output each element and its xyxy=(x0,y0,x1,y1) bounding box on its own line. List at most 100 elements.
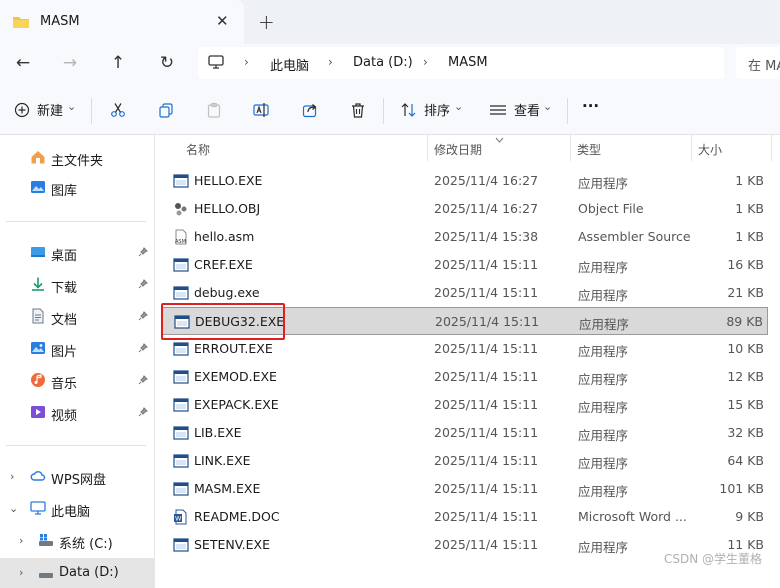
column-header-name[interactable]: 名称 xyxy=(186,141,210,158)
column-header-date[interactable]: 修改日期 xyxy=(434,141,482,158)
sidebar-item-documents[interactable]: 文档 xyxy=(0,302,155,332)
column-divider[interactable] xyxy=(691,135,692,161)
file-size: 1 KB xyxy=(735,201,764,216)
new-dropdown-chevron-icon[interactable]: ⌄ xyxy=(67,100,76,122)
sidebar-item-this-pc[interactable]: ⌄ 此电脑 xyxy=(0,494,155,524)
file-size: 15 KB xyxy=(727,397,764,412)
sidebar-item-desktop[interactable]: 桌面 xyxy=(0,238,155,268)
breadcrumb-masm[interactable]: MASM xyxy=(448,55,488,70)
forward-arrow-icon[interactable]: → xyxy=(58,52,82,76)
file-name: HELLO.EXE xyxy=(194,173,263,188)
file-row[interactable]: EXEPACK.EXE 2025/11/4 15:11 应用程序 15 KB xyxy=(162,391,768,419)
more-options-icon[interactable]: ··· xyxy=(582,97,599,119)
delete-trash-icon[interactable] xyxy=(348,102,368,122)
pin-icon[interactable] xyxy=(138,247,148,257)
sort-icon[interactable] xyxy=(399,102,419,122)
sort-dropdown-chevron-icon[interactable]: ⌄ xyxy=(454,100,463,122)
sort-button[interactable]: 排序 xyxy=(424,100,450,122)
sidebar-item-music[interactable]: 音乐 xyxy=(0,366,155,396)
close-tab-icon[interactable]: ✕ xyxy=(216,12,229,30)
address-bar[interactable]: › 此电脑 › Data (D:) › MASM xyxy=(198,47,724,79)
column-divider[interactable] xyxy=(771,135,772,161)
column-header-type[interactable]: 类型 xyxy=(577,141,601,158)
breadcrumb-data-drive[interactable]: Data (D:) xyxy=(353,55,413,70)
search-box[interactable]: 在 MA xyxy=(736,47,780,79)
sidebar-item-label: WPS网盘 xyxy=(51,473,106,488)
view-lines-icon[interactable] xyxy=(488,102,508,122)
sidebar-item-home[interactable]: 主文件夹 xyxy=(0,143,155,173)
file-row[interactable]: W README.DOC 2025/11/4 15:11 Microsoft Word… xyxy=(162,503,768,531)
tab-title: MASM xyxy=(40,14,80,29)
up-arrow-icon[interactable]: ↑ xyxy=(106,52,130,76)
file-row[interactable]: EXEMOD.EXE 2025/11/4 15:11 应用程序 12 KB xyxy=(162,363,768,391)
sidebar-item-videos[interactable]: 视频 xyxy=(0,398,155,428)
view-dropdown-chevron-icon[interactable]: ⌄ xyxy=(543,100,552,122)
cut-icon[interactable] xyxy=(108,102,128,122)
sidebar-item-system-c[interactable]: › 系统 (C:) xyxy=(0,526,155,556)
pin-icon[interactable] xyxy=(138,375,148,385)
file-date: 2025/11/4 15:11 xyxy=(434,397,539,412)
view-button[interactable]: 查看 xyxy=(514,100,540,122)
application-icon xyxy=(173,481,189,497)
sidebar-item-downloads[interactable]: 下载 xyxy=(0,270,155,300)
command-bar: 新建 ⌄ 排序 ⌄ 查看 ⌄ ··· xyxy=(0,84,780,135)
application-icon xyxy=(173,453,189,469)
file-row[interactable]: HELLO.EXE 2025/11/4 16:27 应用程序 1 KB xyxy=(162,167,768,195)
column-header-size[interactable]: 大小 xyxy=(698,141,722,158)
file-date: 2025/11/4 15:11 xyxy=(435,314,540,329)
refresh-icon[interactable]: ↻ xyxy=(155,52,179,76)
sidebar-item-wps-cloud[interactable]: › WPS网盘 xyxy=(0,462,155,492)
file-type: 应用程序 xyxy=(578,484,629,499)
file-row[interactable]: LIB.EXE 2025/11/4 15:11 应用程序 32 KB xyxy=(162,419,768,447)
pin-icon[interactable] xyxy=(138,343,148,353)
column-divider[interactable] xyxy=(570,135,571,161)
expand-chevron-icon[interactable]: › xyxy=(19,534,23,547)
word-document-icon: W xyxy=(173,509,189,525)
file-type: Object File xyxy=(578,201,644,216)
new-plus-icon[interactable] xyxy=(12,102,32,122)
application-icon xyxy=(173,285,189,301)
sidebar-item-data-d[interactable]: › Data (D:) xyxy=(0,558,155,588)
file-row[interactable]: HELLO.OBJ 2025/11/4 16:27 Object File 1 KB xyxy=(162,195,768,223)
divider xyxy=(383,98,384,124)
file-date: 2025/11/4 15:11 xyxy=(434,537,539,552)
pc-icon xyxy=(30,500,46,516)
file-row[interactable]: ASM hello.asm 2025/11/4 15:38 Assembler Sou… xyxy=(162,223,768,251)
copy-icon[interactable] xyxy=(156,102,176,122)
navigation-bar: ← → ↑ ↻ › 此电脑 › Data (D:) › MASM 在 MA xyxy=(0,44,780,84)
file-size: 64 KB xyxy=(727,453,764,468)
pin-icon[interactable] xyxy=(138,279,148,289)
divider xyxy=(91,98,92,124)
new-tab-icon[interactable]: + xyxy=(258,10,275,34)
expand-chevron-icon[interactable]: › xyxy=(10,470,14,483)
back-arrow-icon[interactable]: ← xyxy=(11,52,35,76)
pin-icon[interactable] xyxy=(138,311,148,321)
tab-masm[interactable]: MASM ✕ xyxy=(0,0,244,44)
file-row[interactable]: LINK.EXE 2025/11/4 15:11 应用程序 64 KB xyxy=(162,447,768,475)
share-icon[interactable] xyxy=(300,102,320,122)
breadcrumb-this-pc[interactable]: 此电脑 xyxy=(270,55,309,74)
file-name: LIB.EXE xyxy=(194,425,242,440)
file-name: MASM.EXE xyxy=(194,481,261,496)
file-size: 89 KB xyxy=(726,314,763,329)
file-type: 应用程序 xyxy=(578,456,629,471)
file-date: 2025/11/4 15:11 xyxy=(434,369,539,384)
application-icon xyxy=(173,537,189,553)
svg-text:W: W xyxy=(175,515,182,523)
file-row[interactable]: MASM.EXE 2025/11/4 15:11 应用程序 101 KB xyxy=(162,475,768,503)
sidebar-item-pictures[interactable]: 图片 xyxy=(0,334,155,364)
file-type: 应用程序 xyxy=(578,260,629,275)
new-button[interactable]: 新建 xyxy=(37,100,63,122)
sidebar-divider xyxy=(6,221,146,222)
file-type: 应用程序 xyxy=(578,428,629,443)
file-size: 9 KB xyxy=(735,509,764,524)
application-icon xyxy=(173,173,189,189)
asm-file-icon: ASM xyxy=(173,229,189,245)
sidebar-item-gallery[interactable]: 图库 xyxy=(0,173,155,203)
pin-icon[interactable] xyxy=(138,407,148,417)
paste-icon[interactable] xyxy=(204,102,224,122)
collapse-chevron-icon[interactable]: ⌄ xyxy=(9,502,18,515)
rename-icon[interactable] xyxy=(252,102,272,122)
file-row[interactable]: CREF.EXE 2025/11/4 15:11 应用程序 16 KB xyxy=(162,251,768,279)
column-divider[interactable] xyxy=(427,135,428,161)
